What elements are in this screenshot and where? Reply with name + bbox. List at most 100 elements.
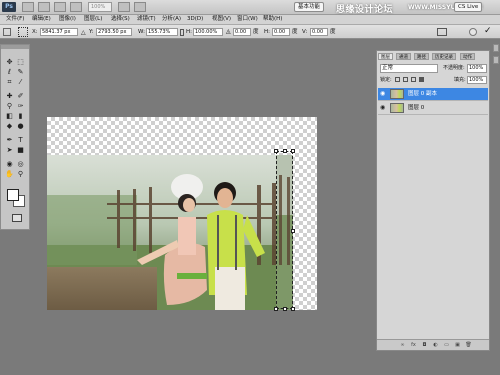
marquee-tool-icon[interactable]: ⬚	[16, 58, 25, 66]
menu-filter[interactable]: 滤镜(T)	[135, 15, 158, 24]
dodge-tool-icon[interactable]: ●	[16, 122, 25, 130]
menu-select[interactable]: 选择(S)	[109, 15, 132, 24]
v-skew-unit: 度	[330, 29, 336, 35]
move-tool-icon[interactable]: ✥	[5, 58, 14, 66]
layer-mask-icon[interactable]: ◘	[421, 342, 428, 348]
options-bar: X: 5841.37 px △ Y: 2793.50 px W: 155.73%…	[0, 24, 500, 39]
new-group-icon[interactable]: ▭	[443, 342, 450, 348]
y-label: Y:	[89, 29, 94, 35]
healing-brush-tool-icon[interactable]: ✚	[5, 92, 14, 100]
transform-handle-top-right[interactable]	[291, 149, 295, 153]
mini-bridge-icon[interactable]	[38, 2, 50, 12]
dock-panel-icon[interactable]	[493, 56, 499, 64]
type-tool-icon[interactable]: T	[16, 136, 25, 144]
bridge-icon[interactable]	[22, 2, 34, 12]
commit-transform-icon[interactable]: ✓	[484, 26, 492, 36]
pen-tool-icon[interactable]: ✒	[5, 136, 14, 144]
menu-bar: 文件(F) 编辑(E) 图像(I) 图层(L) 选择(S) 滤镜(T) 分析(A…	[0, 15, 500, 24]
new-layer-icon[interactable]: ▣	[454, 342, 461, 348]
foreground-color-swatch[interactable]	[7, 189, 19, 201]
tab-history[interactable]: 历史记录	[432, 53, 456, 60]
menu-analysis[interactable]: 分析(A)	[160, 15, 183, 24]
tab-paths[interactable]: 路径	[414, 53, 429, 60]
x-field[interactable]: 5841.37 px	[40, 28, 78, 36]
menu-layer[interactable]: 图层(L)	[82, 15, 104, 24]
layer-thumbnail	[390, 89, 404, 99]
tab-actions[interactable]: 动作	[460, 53, 475, 60]
warp-mode-icon[interactable]	[437, 28, 447, 36]
y-field[interactable]: 2793.50 px	[96, 28, 132, 36]
transform-handle-top-left[interactable]	[274, 149, 278, 153]
fill-field[interactable]: 100%	[467, 76, 487, 84]
delete-layer-icon[interactable]: 🗑	[465, 342, 472, 348]
menu-window[interactable]: 窗口(W)	[235, 15, 260, 24]
menu-3d[interactable]: 3D(D)	[185, 15, 205, 24]
lasso-tool-icon[interactable]: ℓ	[5, 68, 14, 76]
visibility-eye-icon[interactable]: ◉	[380, 105, 386, 111]
transform-tool-icon	[3, 28, 11, 36]
layer-style-icon[interactable]: fx	[410, 342, 417, 348]
quick-select-tool-icon[interactable]: ✎	[16, 68, 25, 76]
menu-image[interactable]: 图像(I)	[57, 15, 78, 24]
v-skew-field[interactable]: 0.00	[310, 28, 328, 36]
visibility-eye-icon[interactable]: ◉	[380, 91, 386, 97]
hand-tool-icon[interactable]: ✋	[5, 170, 14, 178]
delta-icon[interactable]: △	[81, 29, 86, 36]
lock-image-icon[interactable]	[403, 77, 408, 82]
tab-channels[interactable]: 通道	[396, 53, 411, 60]
clone-stamp-tool-icon[interactable]: ⚲	[5, 102, 14, 110]
layers-panel: 图层 通道 路径 历史记录 动作 正常 不透明度: 100% 锁定: 填充: 1…	[376, 50, 490, 351]
h-field[interactable]: 100.00%	[193, 28, 223, 36]
transform-handle-bottom-right[interactable]	[291, 307, 295, 311]
screen-mode-icon[interactable]	[134, 2, 146, 12]
blend-mode-select[interactable]: 正常	[380, 64, 438, 73]
link-icon[interactable]	[180, 29, 184, 36]
tab-layers[interactable]: 图层	[378, 53, 393, 60]
lock-all-icon[interactable]	[419, 77, 424, 82]
history-brush-tool-icon[interactable]: ✑	[16, 102, 25, 110]
eyedropper-tool-icon[interactable]: ⁄	[16, 78, 25, 86]
hand-zoom-icon[interactable]	[70, 2, 82, 12]
adjustment-layer-icon[interactable]: ◐	[432, 342, 439, 348]
document-canvas[interactable]	[47, 117, 317, 311]
crop-tool-icon[interactable]: ⌗	[5, 78, 14, 86]
cancel-transform-icon[interactable]	[469, 28, 477, 36]
x-label: X:	[32, 29, 38, 35]
path-select-tool-icon[interactable]: ➤	[5, 146, 14, 154]
layer-row-copy[interactable]: ◉ 图层 0 副本	[378, 88, 488, 101]
lock-position-icon[interactable]	[411, 77, 416, 82]
dock-collapse-icon[interactable]	[493, 44, 499, 52]
angle-field[interactable]: 0.00	[233, 28, 251, 36]
cs-live-button[interactable]: CS Live	[454, 2, 483, 12]
zoom-tool-icon[interactable]: ⚲	[16, 170, 25, 178]
opacity-field[interactable]: 100%	[467, 64, 487, 73]
layer-thumbnail	[390, 103, 404, 113]
menu-help[interactable]: 帮助(H)	[261, 15, 284, 24]
layer-row-base[interactable]: ◉ 图层 0	[378, 102, 488, 115]
quick-mask-icon[interactable]	[12, 214, 22, 222]
w-field[interactable]: 155.73%	[146, 28, 178, 36]
lock-transparent-icon[interactable]	[395, 77, 400, 82]
3d-rotate-tool-icon[interactable]: ◉	[5, 160, 14, 168]
menu-edit[interactable]: 编辑(E)	[30, 15, 53, 24]
3d-camera-tool-icon[interactable]: ◎	[16, 160, 25, 168]
link-layers-icon[interactable]: ∞	[399, 342, 406, 348]
reference-point-icon[interactable]	[18, 27, 28, 37]
workspace-button[interactable]: 基本功能	[294, 2, 325, 12]
menu-view[interactable]: 视图(V)	[210, 15, 233, 24]
h-skew-field[interactable]: 0.00	[272, 28, 290, 36]
view-extras-icon[interactable]	[54, 2, 66, 12]
shape-tool-icon[interactable]: ■	[16, 146, 25, 154]
blur-tool-icon[interactable]: ◆	[5, 122, 14, 130]
eraser-tool-icon[interactable]: ◧	[5, 112, 14, 120]
transform-handle-bottom-left[interactable]	[274, 307, 278, 311]
transform-handle-right[interactable]	[291, 229, 295, 233]
transform-handle-top[interactable]	[283, 149, 287, 153]
zoom-level-field[interactable]: 100%	[88, 2, 112, 12]
arrange-documents-icon[interactable]	[118, 2, 130, 12]
transform-handle-bottom[interactable]	[283, 307, 287, 311]
menu-file[interactable]: 文件(F)	[4, 15, 26, 24]
gradient-tool-icon[interactable]: ▮	[16, 112, 25, 120]
brush-tool-icon[interactable]: ✐	[16, 92, 25, 100]
wedding-photo-layer	[47, 155, 293, 310]
